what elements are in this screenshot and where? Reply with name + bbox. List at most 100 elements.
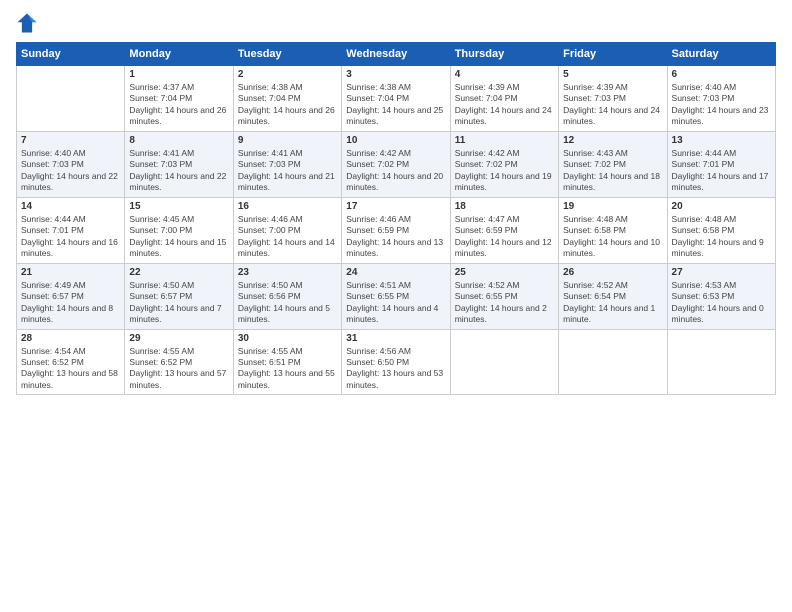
calendar-cell: 30Sunrise: 4:55 AM Sunset: 6:51 PM Dayli…: [233, 329, 341, 395]
calendar-cell: 20 Sunrise: 4:48 AM Sunset: 6:58 PM Dayli…: [667, 197, 775, 263]
day-number: 26: [563, 267, 662, 278]
day-number: 27: [672, 267, 771, 278]
day-info: Sunrise: 4:54 AM Sunset: 6:52 PM Dayligh…: [21, 346, 120, 392]
day-number: 9: [238, 135, 337, 146]
day-info: Sunrise: 4:41 AM Sunset: 7:03 PM Dayligh…: [238, 148, 337, 194]
calendar-cell: 17Sunrise: 4:46 AM Sunset: 6:59 PM Dayli…: [342, 197, 450, 263]
day-info: Sunrise: 4:50 AM Sunset: 6:57 PM Dayligh…: [129, 280, 228, 326]
day-info: Sunrise: 4:42 AM Sunset: 7:02 PM Dayligh…: [346, 148, 445, 194]
calendar-cell: 24 Sunrise: 4:51 AM Sunset: 6:55 PM Dayli…: [342, 263, 450, 329]
day-info: Sunrise: 4:48 AM Sunset: 6:58 PM Dayligh…: [563, 214, 662, 260]
calendar-cell: 26 Sunrise: 4:52 AM Sunset: 6:54 PM Dayli…: [559, 263, 667, 329]
calendar-cell: 21 Sunrise: 4:49 AM Sunset: 6:57 PM Dayli…: [17, 263, 125, 329]
day-number: 10: [346, 135, 445, 146]
calendar-cell: 8 Sunrise: 4:41 AM Sunset: 7:03 PM Daylig…: [125, 131, 233, 197]
day-info: Sunrise: 4:55 AM Sunset: 6:52 PM Dayligh…: [129, 346, 228, 392]
week-row-4: 28 Sunrise: 4:54 AM Sunset: 6:52 PM Dayli…: [17, 329, 776, 395]
day-info: Sunrise: 4:40 AM Sunset: 7:03 PM Dayligh…: [21, 148, 120, 194]
day-number: 24: [346, 267, 445, 278]
day-info: Sunrise: 4:38 AM Sunset: 7:04 PM Dayligh…: [346, 82, 445, 128]
day-number: 15: [129, 201, 228, 212]
calendar-cell: 11 Sunrise: 4:42 AM Sunset: 7:02 PM Dayli…: [450, 131, 558, 197]
day-info: Sunrise: 4:42 AM Sunset: 7:02 PM Dayligh…: [455, 148, 554, 194]
day-number: 5: [563, 69, 662, 80]
calendar-cell: 9 Sunrise: 4:41 AM Sunset: 7:03 PM Daylig…: [233, 131, 341, 197]
day-info: Sunrise: 4:44 AM Sunset: 7:01 PM Dayligh…: [21, 214, 120, 260]
calendar-cell: 4Sunrise: 4:39 AM Sunset: 7:04 PM Daylig…: [450, 66, 558, 132]
logo: [16, 12, 42, 34]
calendar-cell: 25 Sunrise: 4:52 AM Sunset: 6:55 PM Dayli…: [450, 263, 558, 329]
day-number: 3: [346, 69, 445, 80]
day-number: 28: [21, 333, 120, 344]
calendar-cell: 31 Sunrise: 4:56 AM Sunset: 6:50 PM Dayli…: [342, 329, 450, 395]
day-info: Sunrise: 4:41 AM Sunset: 7:03 PM Dayligh…: [129, 148, 228, 194]
calendar-cell: 2Sunrise: 4:38 AM Sunset: 7:04 PM Daylig…: [233, 66, 341, 132]
calendar-cell: [450, 329, 558, 395]
calendar-cell: 16 Sunrise: 4:46 AM Sunset: 7:00 PM Dayli…: [233, 197, 341, 263]
weekday-header-thursday: Thursday: [450, 43, 558, 66]
day-info: Sunrise: 4:56 AM Sunset: 6:50 PM Dayligh…: [346, 346, 445, 392]
day-info: Sunrise: 4:37 AM Sunset: 7:04 PM Dayligh…: [129, 82, 228, 128]
day-info: Sunrise: 4:47 AM Sunset: 6:59 PM Dayligh…: [455, 214, 554, 260]
day-number: 18: [455, 201, 554, 212]
calendar-cell: 6 Sunrise: 4:40 AM Sunset: 7:03 PM Daylig…: [667, 66, 775, 132]
day-number: 4: [455, 69, 554, 80]
day-number: 8: [129, 135, 228, 146]
day-info: Sunrise: 4:53 AM Sunset: 6:53 PM Dayligh…: [672, 280, 771, 326]
calendar-cell: [559, 329, 667, 395]
page: SundayMondayTuesdayWednesdayThursdayFrid…: [0, 0, 792, 612]
day-info: Sunrise: 4:44 AM Sunset: 7:01 PM Dayligh…: [672, 148, 771, 194]
weekday-header-wednesday: Wednesday: [342, 43, 450, 66]
day-number: 1: [129, 69, 228, 80]
calendar-cell: [667, 329, 775, 395]
day-info: Sunrise: 4:48 AM Sunset: 6:58 PM Dayligh…: [672, 214, 771, 260]
calendar-cell: 13 Sunrise: 4:44 AM Sunset: 7:01 PM Dayli…: [667, 131, 775, 197]
calendar-cell: 19 Sunrise: 4:48 AM Sunset: 6:58 PM Dayli…: [559, 197, 667, 263]
day-number: 13: [672, 135, 771, 146]
day-number: 2: [238, 69, 337, 80]
calendar-cell: 5Sunrise: 4:39 AM Sunset: 7:03 PM Daylig…: [559, 66, 667, 132]
day-number: 16: [238, 201, 337, 212]
day-info: Sunrise: 4:50 AM Sunset: 6:56 PM Dayligh…: [238, 280, 337, 326]
week-row-3: 21 Sunrise: 4:49 AM Sunset: 6:57 PM Dayli…: [17, 263, 776, 329]
day-info: Sunrise: 4:52 AM Sunset: 6:55 PM Dayligh…: [455, 280, 554, 326]
week-row-2: 14 Sunrise: 4:44 AM Sunset: 7:01 PM Dayli…: [17, 197, 776, 263]
calendar-cell: 23Sunrise: 4:50 AM Sunset: 6:56 PM Dayli…: [233, 263, 341, 329]
calendar-cell: 22 Sunrise: 4:50 AM Sunset: 6:57 PM Dayli…: [125, 263, 233, 329]
day-info: Sunrise: 4:46 AM Sunset: 7:00 PM Dayligh…: [238, 214, 337, 260]
day-number: 17: [346, 201, 445, 212]
calendar-cell: 18 Sunrise: 4:47 AM Sunset: 6:59 PM Dayli…: [450, 197, 558, 263]
day-number: 6: [672, 69, 771, 80]
weekday-header-tuesday: Tuesday: [233, 43, 341, 66]
weekday-header-friday: Friday: [559, 43, 667, 66]
calendar-cell: 29 Sunrise: 4:55 AM Sunset: 6:52 PM Dayli…: [125, 329, 233, 395]
day-number: 20: [672, 201, 771, 212]
day-info: Sunrise: 4:52 AM Sunset: 6:54 PM Dayligh…: [563, 280, 662, 326]
calendar-cell: 28 Sunrise: 4:54 AM Sunset: 6:52 PM Dayli…: [17, 329, 125, 395]
calendar-cell: 15 Sunrise: 4:45 AM Sunset: 7:00 PM Dayli…: [125, 197, 233, 263]
weekday-header-sunday: Sunday: [17, 43, 125, 66]
day-number: 25: [455, 267, 554, 278]
week-row-0: 1 Sunrise: 4:37 AM Sunset: 7:04 PM Daylig…: [17, 66, 776, 132]
day-number: 7: [21, 135, 120, 146]
calendar-table: SundayMondayTuesdayWednesdayThursdayFrid…: [16, 42, 776, 395]
day-info: Sunrise: 4:55 AM Sunset: 6:51 PM Dayligh…: [238, 346, 337, 392]
day-number: 29: [129, 333, 228, 344]
header: [16, 12, 776, 34]
day-number: 12: [563, 135, 662, 146]
calendar-cell: 3 Sunrise: 4:38 AM Sunset: 7:04 PM Daylig…: [342, 66, 450, 132]
day-number: 31: [346, 333, 445, 344]
day-number: 19: [563, 201, 662, 212]
day-number: 11: [455, 135, 554, 146]
week-row-1: 7 Sunrise: 4:40 AM Sunset: 7:03 PM Daylig…: [17, 131, 776, 197]
day-info: Sunrise: 4:45 AM Sunset: 7:00 PM Dayligh…: [129, 214, 228, 260]
calendar-cell: 14 Sunrise: 4:44 AM Sunset: 7:01 PM Dayli…: [17, 197, 125, 263]
day-info: Sunrise: 4:49 AM Sunset: 6:57 PM Dayligh…: [21, 280, 120, 326]
day-info: Sunrise: 4:40 AM Sunset: 7:03 PM Dayligh…: [672, 82, 771, 128]
day-number: 22: [129, 267, 228, 278]
day-number: 14: [21, 201, 120, 212]
calendar-cell: [17, 66, 125, 132]
day-info: Sunrise: 4:51 AM Sunset: 6:55 PM Dayligh…: [346, 280, 445, 326]
day-number: 21: [21, 267, 120, 278]
weekday-header-row: SundayMondayTuesdayWednesdayThursdayFrid…: [17, 43, 776, 66]
